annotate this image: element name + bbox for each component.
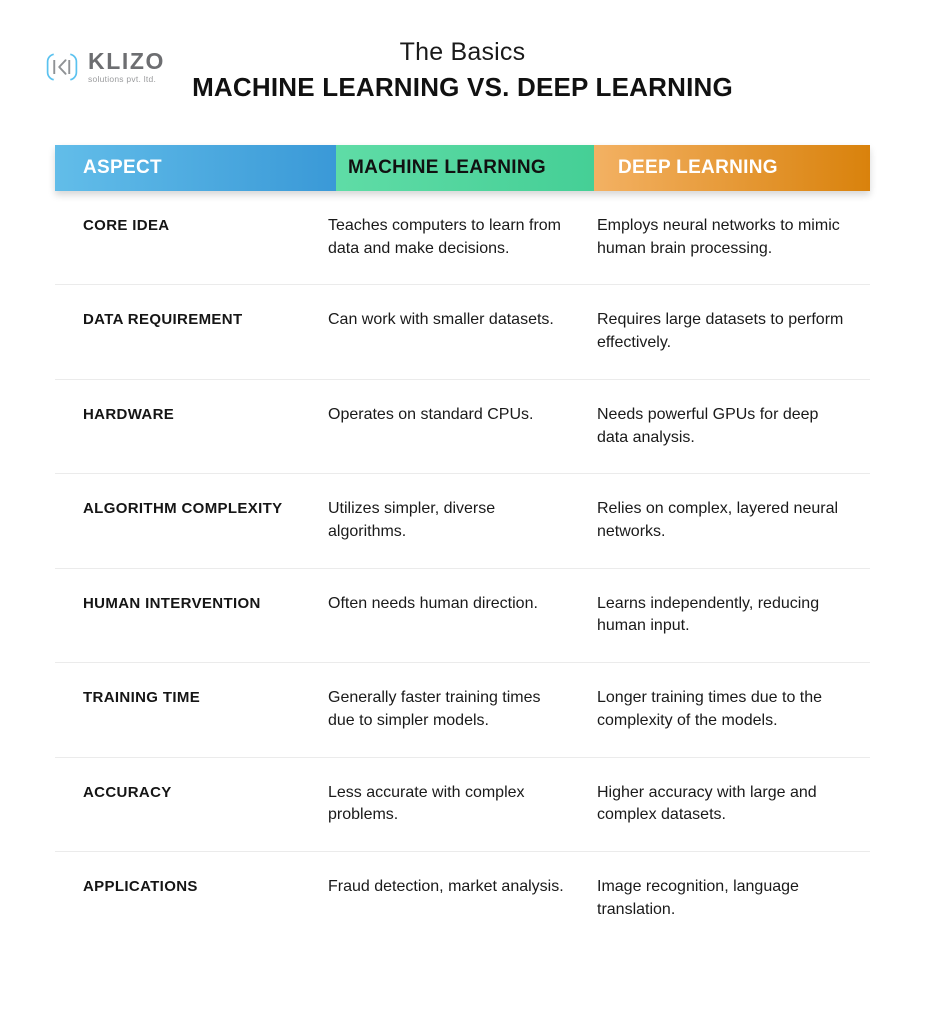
column-header-aspect: ASPECT [55, 145, 336, 191]
table-row: ALGORITHM COMPLEXITY Utilizes simpler, d… [55, 474, 870, 569]
cell-deep-learning: Relies on complex, layered neural networ… [597, 500, 839, 541]
page-eyebrow: The Basics [399, 38, 526, 66]
cell-machine-learning: Operates on standard CPUs. [328, 405, 534, 423]
column-header-machine-learning: MACHINE LEARNING [336, 145, 594, 191]
table-row: DATA REQUIREMENT Can work with smaller d… [55, 285, 870, 380]
cell-aspect: APPLICATIONS [83, 878, 198, 896]
table-row: CORE IDEA Teaches computers to learn fro… [55, 191, 870, 286]
table-header-row: ASPECT MACHINE LEARNING DEEP LEARNING [55, 145, 870, 191]
cell-machine-learning: Often needs human direction. [328, 594, 538, 612]
page-title-block: The Basics MACHINE LEARNING VS. DEEP LEA… [0, 38, 925, 103]
cell-aspect: HARDWARE [83, 405, 175, 423]
cell-machine-learning: Utilizes simpler, diverse algorithms. [328, 500, 496, 541]
cell-machine-learning: Can work with smaller datasets. [328, 311, 554, 329]
page-title: MACHINE LEARNING VS. DEEP LEARNING [192, 71, 733, 102]
header-area: KLIZO solutions pvt. ltd. The Basics MAC… [0, 0, 925, 120]
cell-aspect: CORE IDEA [83, 217, 170, 234]
cell-deep-learning: Higher accuracy with large and complex d… [597, 783, 817, 824]
column-header-deep-learning: DEEP LEARNING [594, 145, 870, 191]
cell-aspect: ALGORITHM COMPLEXITY [83, 500, 283, 518]
comparison-table: ASPECT MACHINE LEARNING DEEP LEARNING CO… [55, 145, 870, 946]
cell-machine-learning: Generally faster training times due to s… [328, 689, 541, 729]
table-row: APPLICATIONS Fraud detection, market ana… [55, 852, 870, 945]
cell-machine-learning: Teaches computers to learn from data and… [328, 217, 561, 257]
cell-deep-learning: Learns independently, reducing human inp… [597, 594, 820, 635]
cell-aspect: HUMAN INTERVENTION [83, 594, 261, 612]
cell-machine-learning: Less accurate with complex problems. [328, 783, 525, 824]
table-row: ACCURACY Less accurate with complex prob… [55, 758, 870, 853]
cell-deep-learning: Employs neural networks to mimic human b… [597, 217, 840, 257]
cell-deep-learning: Needs powerful GPUs for deep data analys… [597, 405, 819, 446]
cell-machine-learning: Fraud detection, market analysis. [328, 878, 564, 896]
table-row: TRAINING TIME Generally faster training … [55, 663, 870, 758]
cell-aspect: TRAINING TIME [83, 689, 201, 707]
cell-aspect: DATA REQUIREMENT [83, 311, 243, 329]
table-row: HUMAN INTERVENTION Often needs human dir… [55, 569, 870, 664]
cell-deep-learning: Longer training times due to the complex… [597, 689, 823, 729]
table-row: HARDWARE Operates on standard CPUs. Need… [55, 380, 870, 475]
infographic-page: KLIZO solutions pvt. ltd. The Basics MAC… [0, 0, 925, 1024]
cell-aspect: ACCURACY [83, 783, 172, 801]
cell-deep-learning: Image recognition, language translation. [597, 878, 799, 918]
cell-deep-learning: Requires large datasets to perform effec… [597, 311, 844, 352]
